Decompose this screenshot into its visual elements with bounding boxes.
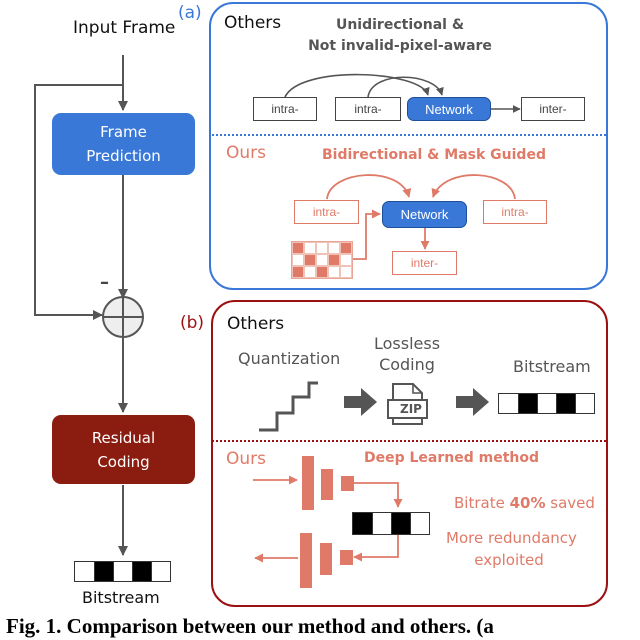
mask-cell <box>340 254 352 266</box>
panel-a-others-title-line2: Not invalid-pixel-aware <box>308 38 492 54</box>
bitrate-value: 40% <box>509 494 546 512</box>
bit-cell <box>391 513 410 534</box>
bit-cell <box>537 394 556 413</box>
panel-a-ours-label: Ours <box>226 143 267 163</box>
residual-coding-block[interactable]: Residual Coding <box>52 415 195 484</box>
bit-cell <box>75 562 94 581</box>
mask-cell <box>316 254 328 266</box>
bit-cell <box>151 562 170 581</box>
lossless-coding-label: Lossless Coding <box>371 333 443 375</box>
frame-prediction-label-line2: Prediction <box>86 147 161 165</box>
others-inter-box: inter- <box>521 97 585 121</box>
mask-cell <box>328 242 340 254</box>
bit-cell <box>499 394 518 413</box>
ours-right-intra-box: intra- <box>483 200 547 224</box>
latent-bitstream-icon <box>352 512 430 535</box>
panel-b-bitstream-icon <box>498 393 595 414</box>
panel-b-others-label: Others <box>227 314 285 334</box>
bitrate-prefix: Bitrate <box>454 494 510 512</box>
bitstream-icon <box>74 561 171 582</box>
bitrate-suffix: saved <box>545 494 595 512</box>
ours-inter-box: inter- <box>392 251 457 275</box>
mask-grid-icon <box>291 241 353 279</box>
bit-cell <box>94 562 113 581</box>
mask-cell <box>328 254 340 266</box>
others-network-box: Network <box>407 97 491 121</box>
bit-cell <box>410 513 429 534</box>
redundancy-line2: exploited <box>474 551 544 569</box>
lossless-coding-label-line2: Coding <box>379 355 435 374</box>
panel-b-tag: (b) <box>180 313 205 333</box>
redundancy-text: More redundancy exploited <box>446 527 577 571</box>
panel-a-others-title: Unidirectional & Not invalid-pixel-aware <box>300 15 500 57</box>
panel-b-ours-label: Ours <box>226 449 267 469</box>
panel-a-others-title-line1: Unidirectional & <box>335 17 465 33</box>
frame-prediction-block[interactable]: Frame Prediction <box>52 113 195 175</box>
plus-circle-icon <box>102 296 144 338</box>
minus-sign: – <box>100 272 109 293</box>
ours-network-box: Network <box>382 201 467 228</box>
lossless-coding-label-line1: Lossless <box>373 334 441 353</box>
panel-b-ours-title: Deep Learned method <box>364 450 540 466</box>
residual-coding-label-line1: Residual <box>91 428 156 447</box>
mask-cell <box>340 266 352 278</box>
mask-cell <box>292 254 304 266</box>
mask-cell <box>316 242 328 254</box>
residual-coding-label-line2: Coding <box>97 452 150 471</box>
ours-left-intra-box: intra- <box>294 200 359 224</box>
bit-cell <box>518 394 537 413</box>
mask-cell <box>292 266 304 278</box>
mask-cell <box>316 266 328 278</box>
bit-cell <box>132 562 151 581</box>
panel-a-tag: (a) <box>178 3 202 23</box>
others-intra-box-2: intra- <box>335 97 401 121</box>
bit-cell <box>372 513 391 534</box>
panel-a-others-label: Others <box>224 13 282 33</box>
mask-cell <box>304 254 316 266</box>
quantization-label: Quantization <box>238 349 341 368</box>
mask-cell <box>304 242 316 254</box>
frame-prediction-label-line1: Frame <box>100 123 147 141</box>
bitrate-saved-text: Bitrate 40% saved <box>454 494 595 512</box>
bit-cell <box>353 513 372 534</box>
input-frame-label: Input Frame <box>73 18 176 38</box>
panel-b-bitstream-label: Bitstream <box>513 357 591 376</box>
bit-cell <box>575 394 594 413</box>
bit-cell <box>113 562 132 581</box>
mask-cell <box>292 242 304 254</box>
bit-cell <box>556 394 575 413</box>
redundancy-line1: More redundancy <box>446 529 577 547</box>
bitstream-label: Bitstream <box>82 588 160 607</box>
mask-cell <box>340 242 352 254</box>
zip-text: ZIP <box>400 402 422 416</box>
mask-cell <box>304 266 316 278</box>
mask-cell <box>328 266 340 278</box>
panel-a-ours-title: Bidirectional & Mask Guided <box>322 147 546 163</box>
figure-caption: Fig. 1. Comparison between our method an… <box>6 614 494 638</box>
others-intra-box-1: intra- <box>253 97 317 121</box>
